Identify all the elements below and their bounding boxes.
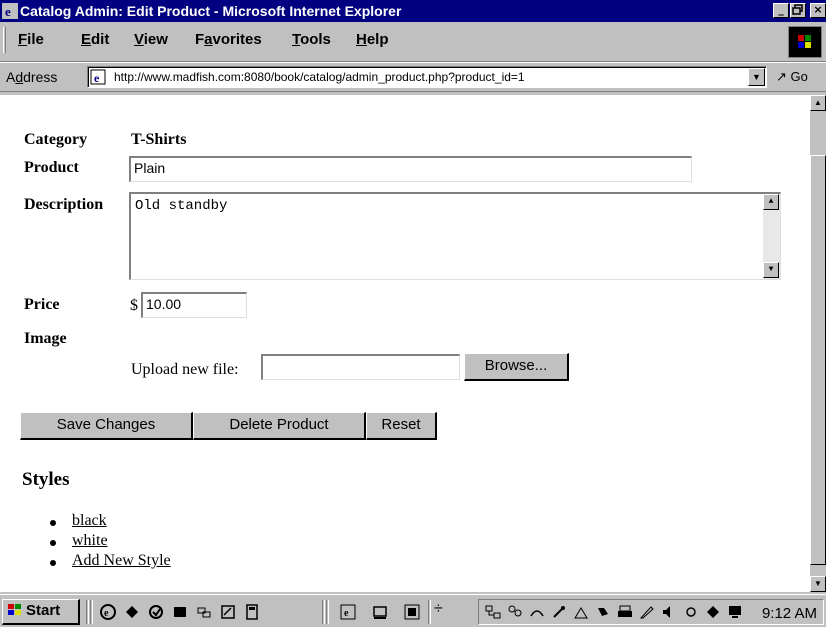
system-clock[interactable]: 9:12 AM (762, 605, 817, 622)
svg-text:e: e (344, 608, 349, 619)
taskbar: Start e e ÷ 9:12 AM (0, 594, 826, 627)
description-text: Old standby (135, 198, 228, 214)
svg-text:e: e (104, 608, 109, 619)
channel-icon[interactable] (124, 604, 140, 620)
network-icon[interactable] (485, 604, 501, 620)
minimize-button[interactable]: _ (773, 3, 789, 18)
svg-text:e: e (5, 4, 11, 19)
menu-file[interactable]: File (18, 31, 44, 48)
scanner-icon[interactable] (595, 604, 611, 620)
sun-icon[interactable] (683, 604, 699, 620)
page-scrollbar[interactable]: ▲ ▼ (810, 95, 826, 592)
window-titlebar: e Catalog Admin: Edit Product - Microsof… (0, 0, 826, 22)
taskbar-separator (90, 600, 93, 624)
address-input[interactable]: e http://www.madfish.com:8080/book/catal… (87, 66, 767, 88)
windows-flag-icon (8, 604, 21, 615)
ie-icon[interactable]: e (100, 604, 116, 620)
price-currency: $ (130, 297, 138, 314)
calculator-icon[interactable] (244, 604, 260, 620)
browse-button[interactable]: Browse... (464, 353, 569, 381)
page-scroll-thumb[interactable] (810, 155, 826, 565)
description-textarea[interactable]: Old standby ▲ ▼ (129, 192, 781, 280)
image-label: Image (24, 330, 67, 347)
svg-text:e: e (94, 71, 100, 85)
internet-explorer-icon: e (2, 3, 18, 19)
address-dropdown-button[interactable]: ▼ (748, 68, 765, 86)
save-changes-button[interactable]: Save Changes (20, 412, 193, 440)
link-icon[interactable] (529, 604, 545, 620)
paint-icon[interactable] (573, 604, 589, 620)
app-task-icon[interactable] (404, 604, 420, 620)
window-title: Catalog Admin: Edit Product - Microsoft … (20, 3, 402, 19)
windows-logo-icon (788, 26, 822, 58)
address-label: Address (6, 69, 58, 85)
style-link-white[interactable]: white (72, 532, 108, 549)
window-task-icon[interactable] (372, 604, 388, 620)
scroll-down-arrow-icon[interactable]: ▼ (763, 262, 779, 278)
menu-edit[interactable]: Edit (81, 31, 109, 48)
taskbar-separator (428, 600, 431, 624)
list-item: Add New Style (50, 552, 171, 572)
list-item: white (50, 532, 171, 552)
system-tray: 9:12 AM (478, 599, 824, 625)
address-bar: Address e http://www.madfish.com:8080/bo… (0, 62, 826, 92)
people-icon[interactable] (507, 604, 523, 620)
page-content: Category T-Shirts Product Plain Descript… (0, 95, 810, 592)
outlook-icon[interactable] (148, 604, 164, 620)
monitor-icon[interactable] (727, 604, 743, 620)
go-button[interactable]: ↗ Go (776, 69, 808, 85)
address-url: http://www.madfish.com:8080/book/catalog… (114, 70, 525, 84)
start-button[interactable]: Start (2, 599, 80, 625)
close-button[interactable]: × (810, 3, 826, 18)
page-scroll-down-icon[interactable]: ▼ (810, 576, 826, 592)
product-label: Product (24, 159, 79, 176)
explorer-icon[interactable] (196, 604, 212, 620)
styles-list: black white Add New Style (50, 512, 171, 572)
menu-view[interactable]: View (134, 31, 168, 48)
taskbar-separator (326, 600, 329, 624)
style-link-black[interactable]: black (72, 512, 107, 529)
divider-icon: ÷ (434, 600, 443, 617)
restore-icon (792, 4, 803, 15)
speaker-icon[interactable] (661, 604, 677, 620)
desktop-icon[interactable] (172, 604, 188, 620)
description-scrollbar[interactable]: ▲ ▼ (763, 194, 780, 279)
chat-icon[interactable] (705, 604, 721, 620)
styles-heading: Styles (22, 469, 70, 490)
description-label: Description (24, 196, 104, 213)
list-item: black (50, 512, 171, 532)
menu-help[interactable]: Help (356, 31, 389, 48)
go-arrow-icon: ↗ (776, 69, 787, 84)
category-label: Category (24, 131, 88, 148)
delete-product-button[interactable]: Delete Product (193, 412, 366, 440)
taskbar-separator (322, 600, 325, 624)
tool-icon[interactable] (551, 604, 567, 620)
scroll-up-arrow-icon[interactable]: ▲ (763, 194, 779, 210)
menu-favorites[interactable]: Favorites (195, 31, 262, 48)
ie-task-icon[interactable]: e (340, 604, 356, 620)
product-name-input[interactable]: Plain (129, 156, 692, 182)
upload-label: Upload new file: (131, 361, 239, 378)
reset-button[interactable]: Reset (366, 412, 437, 440)
menu-bar: File Edit View Favorites Tools Help (0, 22, 826, 62)
page-icon: e (90, 69, 106, 85)
notepad-icon[interactable] (220, 604, 236, 620)
page-scroll-up-icon[interactable]: ▲ (810, 95, 826, 111)
upload-file-input[interactable] (261, 354, 460, 380)
price-label: Price (24, 296, 60, 313)
pen-icon[interactable] (639, 604, 655, 620)
category-value: T-Shirts (131, 131, 187, 148)
printer-icon[interactable] (617, 604, 633, 620)
maximize-button[interactable] (790, 3, 806, 18)
menu-grip (3, 27, 6, 53)
price-input[interactable]: 10.00 (141, 292, 247, 318)
add-new-style-link[interactable]: Add New Style (72, 552, 171, 569)
menu-tools[interactable]: Tools (292, 31, 331, 48)
taskbar-separator (86, 600, 89, 624)
